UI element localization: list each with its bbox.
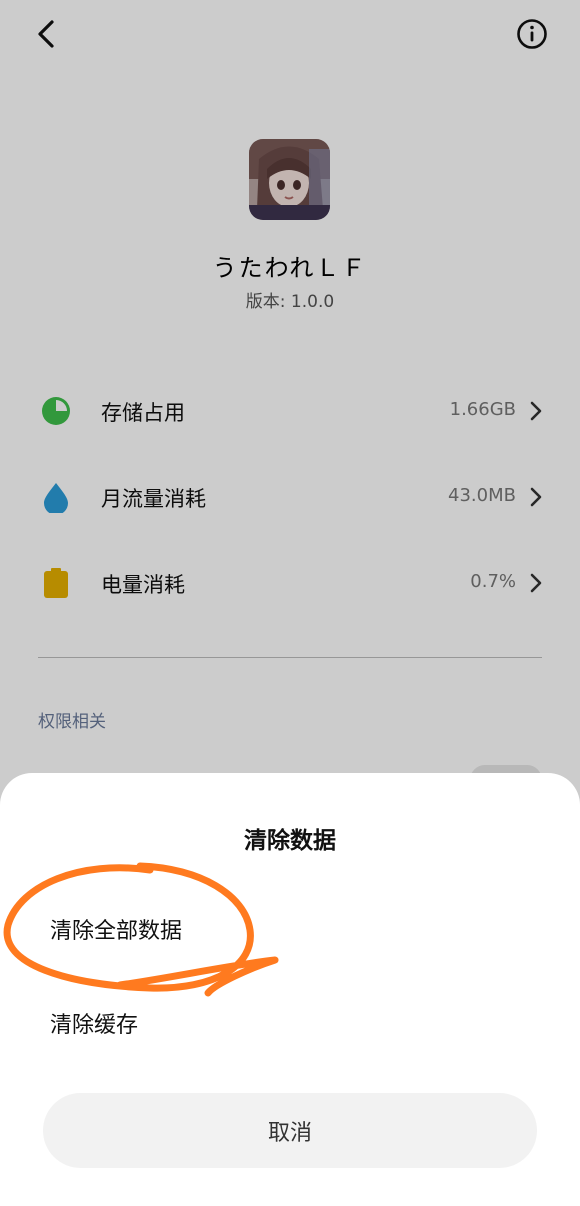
- cancel-label: 取消: [267, 1120, 312, 1146]
- clear-cache-label: 清除缓存: [50, 1013, 139, 1038]
- cancel-button[interactable]: 取消: [43, 1093, 537, 1168]
- app-info-screen: うたわれＬＦ 版本: 1.0.0 存储占用 1.66GB 月流量消耗 43.0M…: [0, 0, 580, 1206]
- clear-cache-option[interactable]: 清除缓存: [0, 989, 580, 1053]
- clear-all-data-label: 清除全部数据: [50, 919, 183, 944]
- sheet-title: 清除数据: [244, 828, 336, 854]
- clear-data-sheet: 清除数据 清除全部数据 清除缓存 取消: [0, 773, 580, 1206]
- clear-all-data-option[interactable]: 清除全部数据: [0, 895, 580, 959]
